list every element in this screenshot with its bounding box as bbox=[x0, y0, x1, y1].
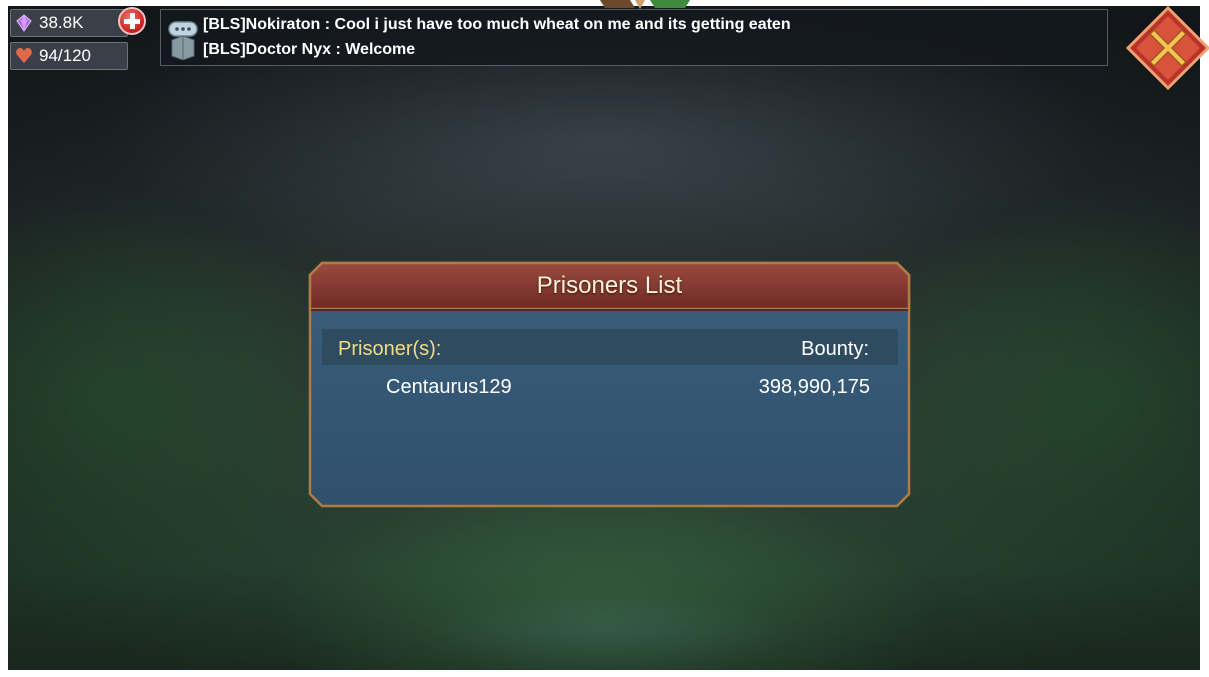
dialog-title: Prisoners List bbox=[536, 272, 683, 299]
heart-icon bbox=[16, 48, 32, 63]
bounty-column-header: Bounty: bbox=[801, 338, 869, 360]
close-button[interactable] bbox=[1126, 6, 1209, 90]
chat-message: [BLS]Nokiraton : Cool i just have too mu… bbox=[203, 16, 791, 33]
stamina-counter: 94/120 bbox=[10, 42, 128, 70]
table-row[interactable]: Centaurus129 398,990,175 bbox=[322, 371, 898, 405]
prisoners-list-dialog: Prisoners List Prisoner(s): Bounty: Cent… bbox=[308, 261, 911, 508]
stamina-count: 94/120 bbox=[39, 46, 91, 65]
chat-message: [BLS]Doctor Nyx : Welcome bbox=[203, 41, 416, 58]
prisoner-column-header: Prisoner(s): bbox=[338, 338, 442, 360]
gem-icon bbox=[16, 14, 32, 32]
gem-count: 38.8K bbox=[39, 13, 84, 32]
prisoner-name: Centaurus129 bbox=[386, 376, 512, 398]
background-river bbox=[348, 566, 868, 670]
gem-counter: 38.8K bbox=[10, 9, 128, 37]
add-gems-button[interactable] bbox=[118, 7, 146, 35]
chat-bubble-icon bbox=[168, 21, 198, 60]
bounty-value: 398,990,175 bbox=[758, 376, 870, 398]
chat-bar[interactable]: [BLS]Nokiraton : Cool i just have too mu… bbox=[160, 9, 1108, 66]
